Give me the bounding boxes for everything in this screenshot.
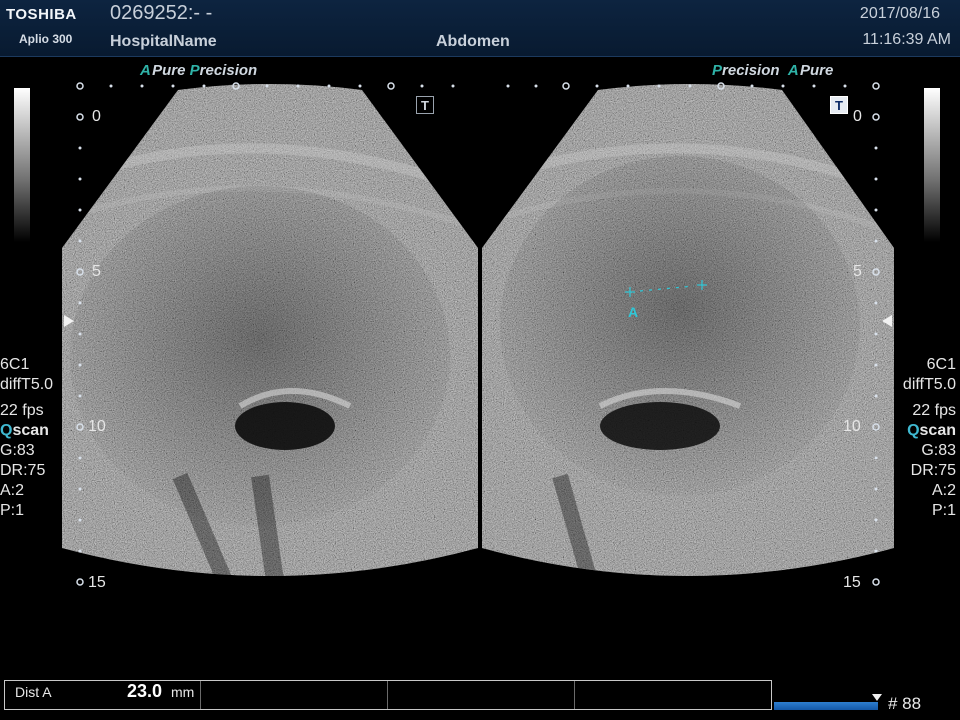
right-imaging-params: 6C1 diffT5.0 22 fps Qscan G:83 DR:75 A:2… (903, 355, 956, 521)
measurement-cell-empty[interactable] (201, 681, 388, 709)
dynamic-range-value: DR:75 (910, 462, 956, 479)
dynamic-range-value: DR:75 (0, 462, 46, 479)
frame-rate: 22 fps (0, 402, 44, 419)
qscan-label: Qscan (907, 422, 956, 439)
left-ultrasound-sector (62, 84, 478, 576)
qscan-label: Qscan (0, 422, 49, 439)
measurement-cell[interactable]: Dist A 23.0 mm (5, 681, 201, 709)
left-depth-label: 0 (92, 108, 101, 125)
brand-logo: TOSHIBA (6, 6, 77, 23)
measurement-value: 23.0 (127, 681, 163, 701)
hospital-name: HospitalName (110, 33, 217, 50)
right-focus-marker[interactable] (882, 315, 892, 327)
left-focus-marker[interactable] (64, 315, 74, 327)
system-model: Aplio 300 (19, 32, 73, 46)
ultrasound-image-area (62, 82, 894, 586)
frame-rate: 22 fps (912, 402, 956, 419)
cine-pointer-icon[interactable] (872, 694, 882, 701)
left-mode-label: A Pure Precision (140, 62, 258, 79)
measurement-table: Dist A 23.0 mm (4, 680, 772, 710)
right-depth-label: 5 (853, 263, 862, 280)
a-value: A:2 (931, 482, 956, 499)
gain-value: G:83 (921, 442, 956, 459)
left-depth-label: 15 (88, 574, 106, 591)
exam-date: 2017/08/16 (859, 5, 940, 22)
right-depth-label: 15 (843, 574, 861, 591)
caliper-label: A (628, 304, 639, 320)
gain-value: G:83 (0, 442, 35, 459)
preset-label: diffT5.0 (902, 376, 956, 393)
probe-label: 6C1 (0, 356, 30, 373)
left-image-select-button[interactable]: T (416, 96, 434, 114)
preset-label: diffT5.0 (0, 376, 54, 393)
measurement-unit: mm (171, 684, 195, 700)
cine-track[interactable] (774, 702, 878, 710)
cine-progress (774, 702, 878, 710)
probe-label: 6C1 (926, 356, 956, 373)
exam-preset: Abdomen (436, 33, 510, 50)
right-depth-label: 0 (853, 108, 862, 125)
right-depth-label: 10 (843, 418, 861, 435)
left-depth-label: 5 (92, 263, 101, 280)
measurement-label: Dist A (15, 684, 52, 700)
right-mode-label: Precision A Pure (712, 62, 834, 79)
measurement-cell-empty[interactable] (575, 681, 771, 709)
p-value: P:1 (0, 502, 25, 519)
left-depth-label: 10 (88, 418, 106, 435)
patient-id: 0269252:- - (110, 2, 213, 24)
frame-number: # 88 (888, 694, 922, 713)
a-value: A:2 (0, 482, 25, 499)
right-ultrasound-sector (482, 84, 894, 576)
left-imaging-params: 6C1 diffT5.0 22 fps Qscan G:83 DR:75 A:2… (0, 355, 53, 521)
right-grayscale-bar (924, 88, 940, 242)
right-image-select-button[interactable]: T (830, 96, 848, 114)
exam-time: 11:16:39 AM (862, 31, 951, 48)
header-bar: TOSHIBA Aplio 300 0269252:- - HospitalNa… (0, 0, 960, 57)
left-grayscale-bar (14, 88, 30, 242)
measurement-cell-empty[interactable] (388, 681, 575, 709)
p-value: P:1 (931, 502, 956, 519)
